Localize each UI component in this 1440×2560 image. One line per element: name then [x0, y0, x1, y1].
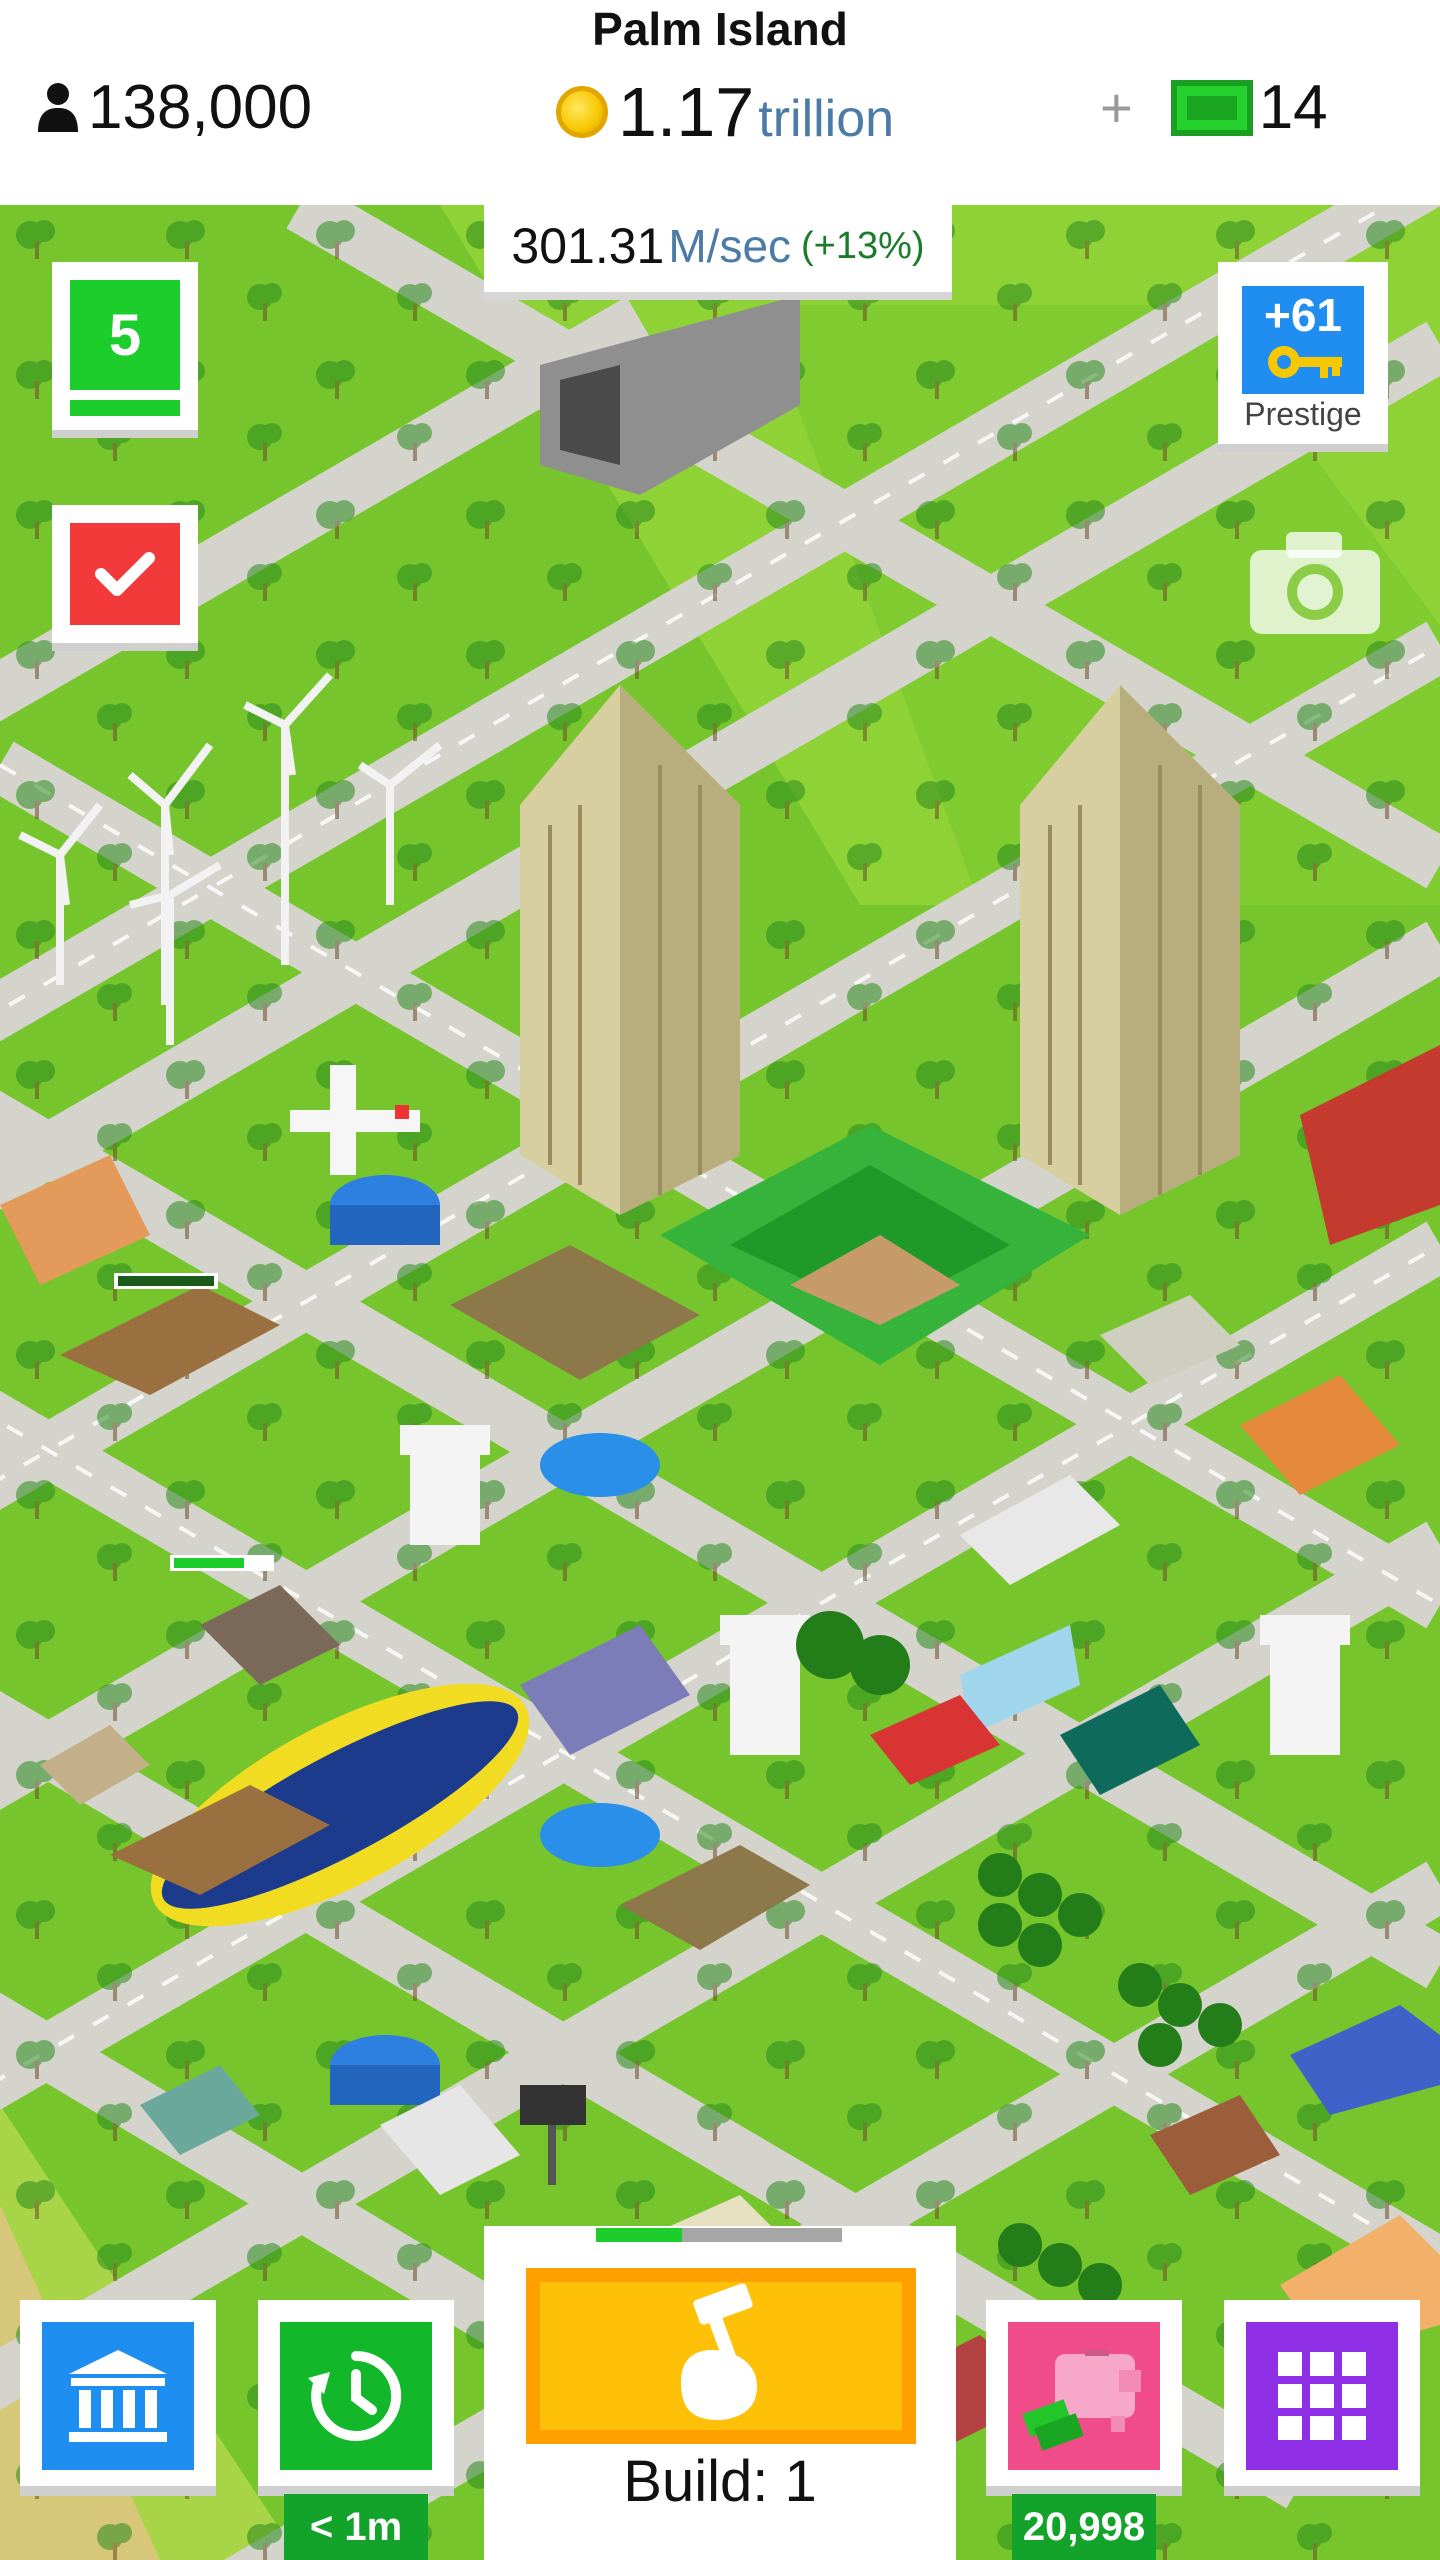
- income-bonus: (+13%): [801, 224, 925, 267]
- build-progress-fill: [596, 2228, 683, 2242]
- prestige-button[interactable]: +61 Prestige: [1218, 262, 1388, 452]
- coin-counter: 1.17 trillion: [556, 72, 894, 152]
- cash-counter[interactable]: + 14: [1100, 72, 1328, 143]
- piggy-bank-caption: 20,998: [1012, 2494, 1156, 2560]
- tasks-box: [70, 523, 180, 625]
- key-icon: [1268, 346, 1342, 378]
- coin-icon: [556, 86, 608, 138]
- income-value: 301.31: [511, 218, 665, 274]
- bank-button[interactable]: [20, 2300, 216, 2496]
- population-value: 138,000: [88, 73, 313, 142]
- coins-value: 1.17: [618, 73, 755, 151]
- piggy-bank-face: [1008, 2322, 1160, 2470]
- level-value: 5: [70, 280, 180, 390]
- piggy-bank-button[interactable]: [986, 2300, 1182, 2496]
- add-cash-button[interactable]: +: [1100, 75, 1133, 140]
- level-badge-button[interactable]: 5: [52, 262, 198, 438]
- city-map[interactable]: [0, 205, 1440, 2560]
- cash-value: 14: [1258, 73, 1328, 142]
- population-counter: 138,000: [36, 72, 312, 143]
- income-rate-display: 301.31 M/sec (+13%): [484, 200, 952, 300]
- prestige-box: +61: [1242, 286, 1364, 394]
- menu-grid-button[interactable]: [1224, 2300, 1420, 2496]
- build-progress-bar: [596, 2228, 842, 2242]
- prestige-label: Prestige: [1244, 396, 1362, 432]
- grid-menu-icon: [1278, 2352, 1366, 2440]
- time-skip-face: [280, 2322, 432, 2470]
- top-status-bar: Palm Island 138,000 1.17 trillion + 14: [0, 0, 1440, 205]
- build-button[interactable]: [526, 2268, 916, 2444]
- person-icon: [38, 82, 78, 132]
- income-unit: M/sec: [668, 220, 792, 272]
- bank-icon: [69, 2350, 167, 2442]
- level-progress-bar: [70, 400, 180, 416]
- time-skip-button[interactable]: [258, 2300, 454, 2496]
- clock-rewind-icon: [308, 2350, 402, 2441]
- coins-unit: trillion: [758, 90, 895, 148]
- menu-grid-face: [1246, 2322, 1398, 2470]
- cash-bill-icon: [1170, 79, 1253, 136]
- bank-button-face: [42, 2322, 194, 2470]
- checkmark-icon: [95, 552, 155, 596]
- piggy-bank-icon: [1022, 2350, 1141, 2451]
- tasks-button[interactable]: [52, 505, 198, 651]
- city-map-canvas[interactable]: [0, 205, 1440, 2560]
- build-label: Build: 1: [623, 2449, 817, 2514]
- time-skip-caption: < 1m: [284, 2494, 428, 2560]
- camera-icon[interactable]: [1246, 526, 1384, 638]
- prestige-value: +61: [1263, 289, 1343, 341]
- hammer-hand-icon: [681, 2283, 758, 2421]
- build-panel: Build: 1: [484, 2226, 956, 2560]
- city-name: Palm Island: [592, 3, 848, 55]
